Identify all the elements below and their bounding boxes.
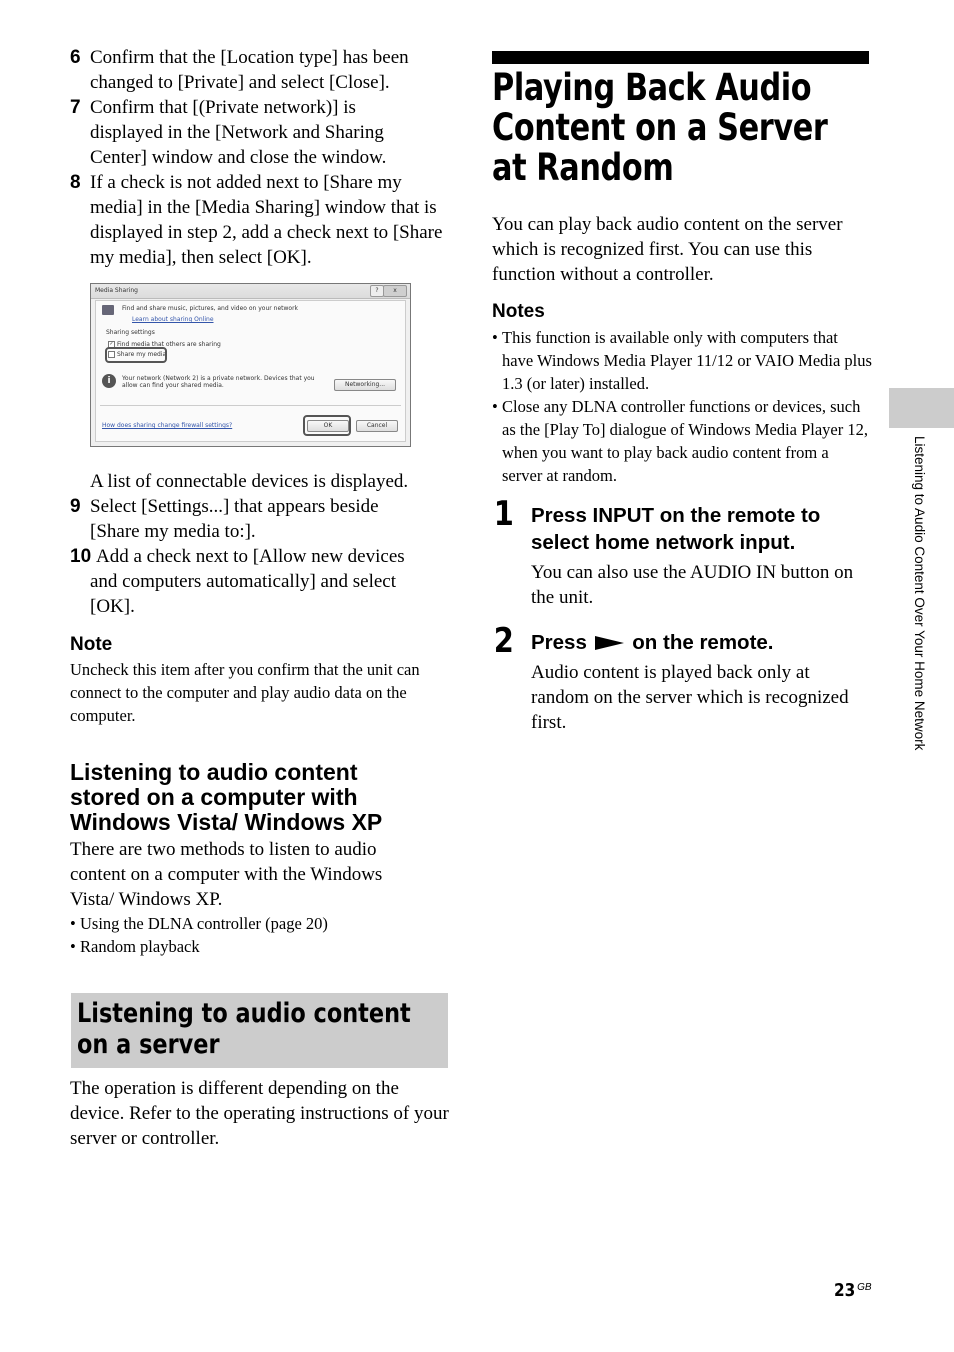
dialog-description: Find and share music, pictures, and vide… bbox=[122, 305, 299, 312]
after-dialog-text: A list of connectable devices is display… bbox=[90, 471, 409, 492]
server-section-heading: Listening to audio content on a server bbox=[77, 998, 411, 1060]
page-number: 23 GB bbox=[834, 1280, 874, 1301]
vista-section-body: There are two methods to listen to audio… bbox=[70, 839, 383, 910]
step-text: Confirm that the [Location type] has bee… bbox=[90, 47, 409, 93]
big-step-1: 1 Press INPUT on the remote to select ho… bbox=[492, 494, 872, 610]
dialog-titlebar: Media Sharing ? x bbox=[91, 284, 410, 299]
step-10: 10 Add a check next to [Allow new device… bbox=[70, 544, 450, 619]
step-9: 9 Select [Settings...] that appears besi… bbox=[70, 494, 450, 544]
close-button[interactable]: x bbox=[383, 285, 407, 297]
title-rule bbox=[492, 51, 869, 64]
help-icon: ? bbox=[375, 287, 379, 294]
step-8: 8 If a check is not added next to [Share… bbox=[70, 170, 450, 270]
play-icon bbox=[594, 636, 624, 650]
step-number: 6 bbox=[70, 47, 81, 68]
step-heading: Press INPUT on the remote to select home… bbox=[531, 504, 821, 554]
bullet-item: Random playback bbox=[70, 935, 450, 958]
step-number: 8 bbox=[70, 172, 81, 193]
note-item: Close any DLNA controller functions or d… bbox=[492, 395, 872, 487]
note-heading: Note bbox=[70, 634, 113, 655]
vista-bullets: Using the DLNA controller (page 20) Rand… bbox=[70, 912, 450, 958]
step-heading-after: on the remote. bbox=[632, 631, 774, 654]
page-number-value: 23 bbox=[834, 1280, 856, 1301]
step-6: 6 Confirm that the [Location type] has b… bbox=[70, 45, 450, 95]
step-text: If a check is not added next to [Share m… bbox=[90, 172, 443, 268]
big-step-2: 2 Press on the remote. Audio content is … bbox=[492, 621, 872, 735]
vista-section-heading: Listening to audio content stored on a c… bbox=[70, 759, 383, 835]
side-tab-label: Listening to Audio Content Over Your Hom… bbox=[912, 436, 927, 751]
firewall-settings-link[interactable]: How does sharing change firewall setting… bbox=[102, 422, 232, 429]
step-heading-before: Press bbox=[531, 631, 587, 654]
page-number-suffix: GB bbox=[857, 1282, 872, 1293]
info-icon: i bbox=[102, 374, 116, 388]
step-7: 7 Confirm that [(Private network)] is di… bbox=[70, 95, 450, 170]
cancel-button[interactable]: Cancel bbox=[356, 420, 398, 432]
media-sharing-dialog: Media Sharing ? x Find and share music, … bbox=[90, 283, 411, 447]
step-number: 10 bbox=[70, 546, 92, 567]
bullet-item: Using the DLNA controller (page 20) bbox=[70, 912, 450, 935]
network-icon bbox=[102, 305, 114, 315]
step-heading: Press on the remote. bbox=[531, 629, 872, 656]
highlight-share-media bbox=[105, 347, 167, 363]
network-info-text: Your network (Network 2) is a private ne… bbox=[122, 375, 315, 389]
note-text: Uncheck this item after you confirm that… bbox=[70, 660, 420, 725]
step-number: 1 bbox=[493, 494, 514, 534]
side-tab-marker bbox=[889, 388, 954, 428]
dialog-title: Media Sharing bbox=[95, 287, 138, 294]
sharing-settings-label: Sharing settings bbox=[106, 329, 155, 336]
step-number: 7 bbox=[70, 97, 81, 118]
networking-button[interactable]: Networking... bbox=[334, 379, 396, 391]
note-item: This function is available only with com… bbox=[492, 326, 872, 395]
notes-list: This function is available only with com… bbox=[492, 326, 872, 487]
close-icon: x bbox=[393, 287, 397, 294]
server-section-body: The operation is different depending on … bbox=[70, 1078, 449, 1149]
side-tab: Listening to Audio Content Over Your Hom… bbox=[912, 436, 932, 816]
step-number: 9 bbox=[70, 496, 81, 517]
notes-heading: Notes bbox=[492, 301, 545, 322]
step-number: 2 bbox=[493, 621, 514, 661]
page-title: Playing Back Audio Content on a Server a… bbox=[492, 66, 828, 189]
step-body: Audio content is played back only at ran… bbox=[531, 662, 849, 733]
help-button[interactable]: ? bbox=[370, 285, 384, 297]
server-section-banner: Listening to audio content on a server bbox=[71, 993, 448, 1068]
step-text: Add a check next to [Allow new devices a… bbox=[90, 546, 405, 617]
learn-sharing-link[interactable]: Learn about sharing Online bbox=[132, 316, 214, 323]
step-body: You can also use the AUDIO IN button on … bbox=[531, 562, 854, 608]
intro-text: You can play back audio content on the s… bbox=[492, 214, 843, 285]
dialog-body: Find and share music, pictures, and vide… bbox=[95, 300, 406, 442]
highlight-ok bbox=[303, 415, 351, 436]
step-text: Confirm that [(Private network)] is disp… bbox=[90, 97, 387, 168]
divider bbox=[100, 405, 401, 406]
step-text: Select [Settings...] that appears beside… bbox=[90, 496, 379, 542]
